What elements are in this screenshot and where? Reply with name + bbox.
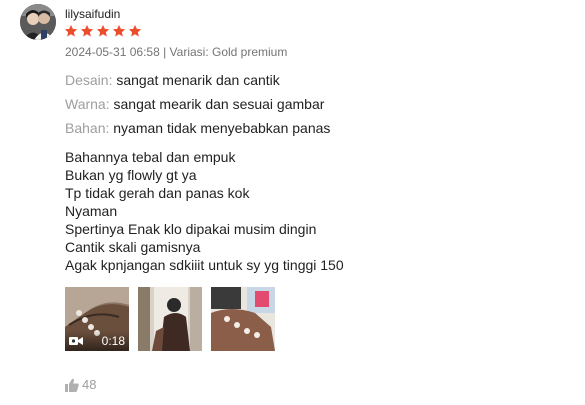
review-body-line: Bahannya tebal dan empuk <box>65 149 236 165</box>
star-icon <box>112 24 126 37</box>
like-count: 48 <box>82 377 97 392</box>
attribute-value: nyaman tidak menyebabkan panas <box>113 120 331 136</box>
attribute-value: sangat mearik dan sesuai gambar <box>113 96 325 112</box>
star-icon <box>128 24 142 37</box>
thumbs-up-icon <box>65 378 79 392</box>
like-button[interactable]: 48 <box>65 377 96 392</box>
star-icon <box>80 24 94 37</box>
attribute-key: Bahan: <box>65 120 110 136</box>
photo-thumbnail[interactable] <box>211 287 275 351</box>
video-thumbnail[interactable]: 0:18 <box>65 287 129 351</box>
video-duration: 0:18 <box>101 334 125 348</box>
review-body-line: Agak kpnjangan sdkiiit untuk sy yg tingg… <box>65 257 344 273</box>
product-review: lilysaifudin 2024-05-31 06:58 | Variasi:… <box>0 0 585 405</box>
attribute-row-desain: Desain: sangat menarik dan cantik <box>65 72 330 96</box>
review-body: Bahannya tebal dan empuk Bukan yg flowly… <box>65 148 344 274</box>
review-media: 0:18 <box>65 287 275 351</box>
star-icon <box>64 24 78 37</box>
attribute-key: Desain: <box>65 72 113 88</box>
review-attributes: Desain: sangat menarik dan cantik Warna:… <box>65 72 330 144</box>
review-body-line: Spertinya Enak klo dipakai musim dingin <box>65 221 317 237</box>
review-username[interactable]: lilysaifudin <box>65 7 120 21</box>
photo-thumbnail[interactable] <box>138 287 202 351</box>
review-body-line: Cantik skali gamisnya <box>65 239 201 255</box>
attribute-key: Warna: <box>65 96 110 112</box>
video-camera-icon <box>69 337 83 345</box>
review-meta: 2024-05-31 06:58 | Variasi: Gold premium <box>65 45 288 59</box>
photo-thumbnail-image <box>138 287 202 351</box>
photo-thumbnail-image <box>211 287 275 351</box>
review-body-line: Nyaman <box>65 203 118 219</box>
star-rating <box>64 24 142 38</box>
review-body-line: Bukan yg flowly gt ya <box>65 167 197 183</box>
attribute-row-bahan: Bahan: nyaman tidak menyebabkan panas <box>65 120 330 144</box>
video-overlay: 0:18 <box>65 331 129 351</box>
attribute-row-warna: Warna: sangat mearik dan sesuai gambar <box>65 96 330 120</box>
avatar-photo <box>20 4 56 40</box>
avatar[interactable] <box>20 4 56 40</box>
review-body-line: Tp tidak gerah dan panas kok <box>65 185 250 201</box>
star-icon <box>96 24 110 37</box>
attribute-value: sangat menarik dan cantik <box>116 72 280 88</box>
